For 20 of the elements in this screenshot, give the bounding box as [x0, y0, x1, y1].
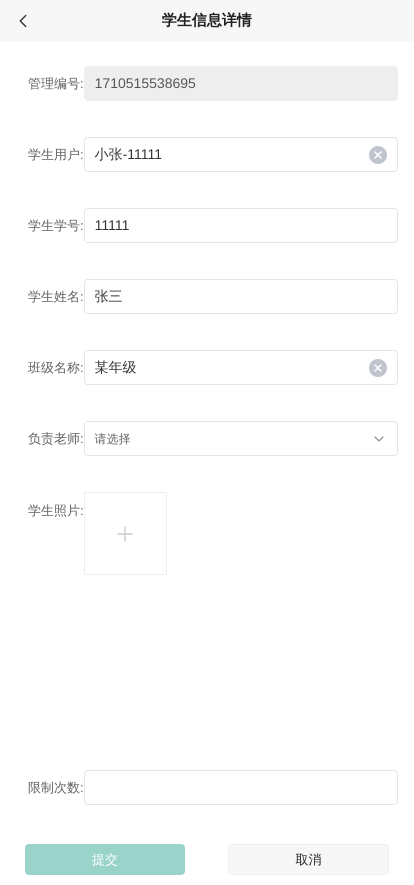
input-field[interactable]: 小张-11111: [84, 137, 398, 172]
field-label: 学生姓名:: [28, 289, 84, 304]
select-placeholder: 请选择: [94, 430, 132, 448]
field-label: 班级名称:: [28, 360, 84, 375]
input-field[interactable]: [84, 770, 398, 805]
field-label: 负责老师:: [28, 431, 84, 446]
field-label: 学生用户:: [28, 147, 84, 162]
input-field[interactable]: 某年级: [84, 350, 398, 385]
input-field[interactable]: 11111: [84, 208, 398, 243]
clear-icon[interactable]: [369, 146, 387, 164]
page-title: 学生信息详情: [162, 10, 252, 31]
select-field[interactable]: 请选择: [84, 421, 398, 456]
field-label: 限制次数:: [28, 780, 84, 795]
field-label: 学生照片:: [28, 503, 84, 518]
field-label: 管理编号:: [28, 76, 84, 91]
clear-icon[interactable]: [369, 358, 387, 376]
cancel-button[interactable]: 取消: [228, 844, 389, 875]
field-label: 学生学号:: [28, 218, 84, 233]
upload-box[interactable]: [84, 492, 167, 575]
input-field[interactable]: 张三: [84, 279, 398, 314]
